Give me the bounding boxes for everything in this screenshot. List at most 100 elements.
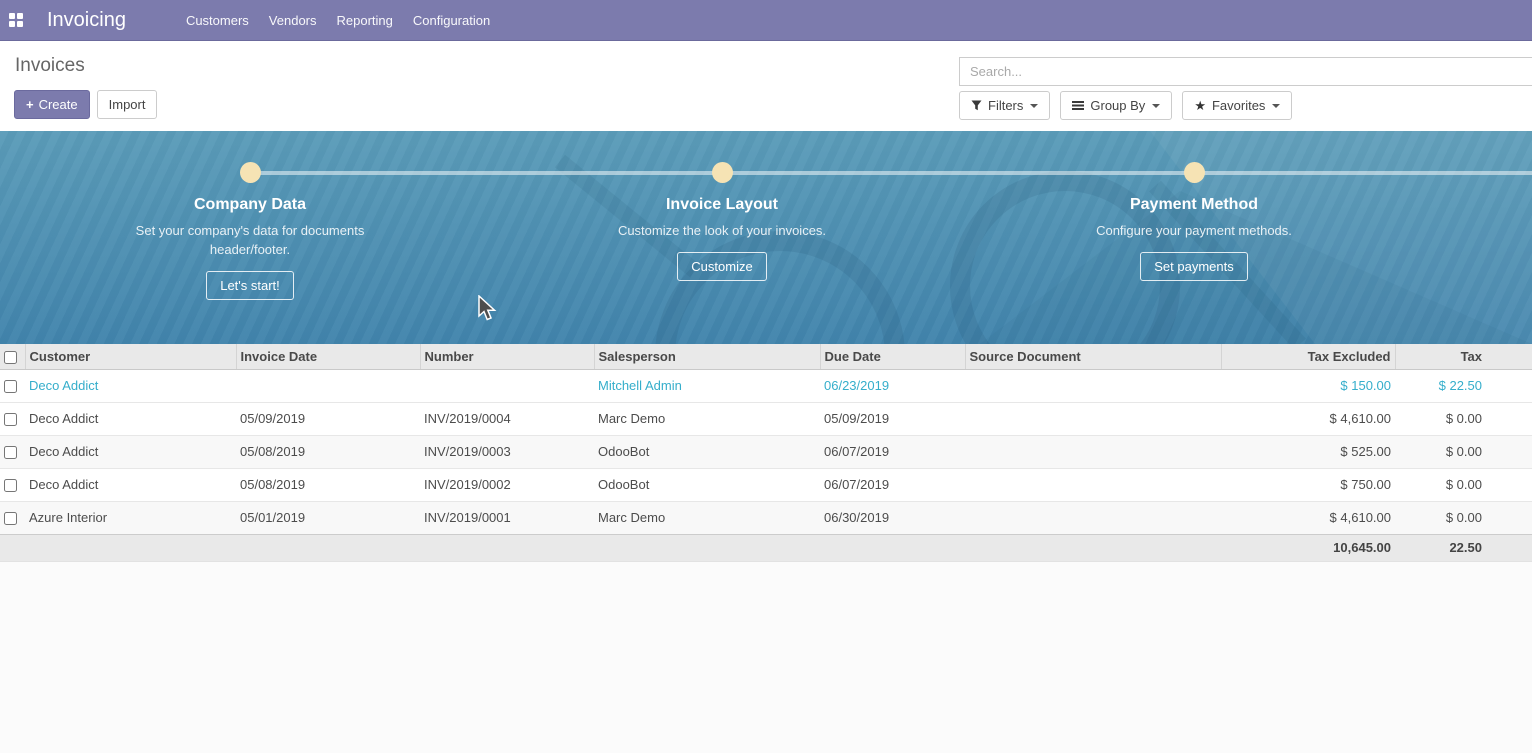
column-header-invoice-date[interactable]: Invoice Date <box>236 344 420 369</box>
cell-due-date: 06/07/2019 <box>820 468 965 501</box>
cell-source-document <box>965 501 1221 534</box>
onboarding-step-company-data: Company Data Set your company's data for … <box>100 162 400 300</box>
chevron-down-icon <box>1152 104 1160 108</box>
row-checkbox[interactable] <box>4 380 17 393</box>
column-header-tax-excluded[interactable]: Tax Excluded <box>1221 344 1395 369</box>
totals-row: 10,645.00 22.50 <box>0 534 1532 561</box>
step-dot-icon <box>712 162 733 183</box>
onboarding-banner: Company Data Set your company's data for … <box>0 131 1532 344</box>
menu-configuration[interactable]: Configuration <box>403 0 500 41</box>
cell-tax-excluded: $ 525.00 <box>1221 435 1395 468</box>
filter-funnel-icon <box>971 100 982 111</box>
column-header-salesperson[interactable]: Salesperson <box>594 344 820 369</box>
import-button[interactable]: Import <box>97 90 158 119</box>
onboarding-step-payment-method: Payment Method Configure your payment met… <box>1044 162 1344 281</box>
cell-customer: Deco Addict <box>25 402 236 435</box>
row-checkbox-cell <box>0 402 25 435</box>
cell-invoice-date: 05/08/2019 <box>236 468 420 501</box>
cell-invoice-date: 05/08/2019 <box>236 435 420 468</box>
top-menu: CustomersVendorsReportingConfiguration <box>176 0 500 41</box>
search-input[interactable] <box>959 57 1532 86</box>
row-checkbox-cell <box>0 369 25 402</box>
cell-source-document <box>965 369 1221 402</box>
row-checkbox-cell <box>0 501 25 534</box>
column-header-due-date[interactable]: Due Date <box>820 344 965 369</box>
cell-tax: $ 0.00 <box>1395 435 1532 468</box>
cell-salesperson: Marc Demo <box>594 402 820 435</box>
cell-source-document <box>965 435 1221 468</box>
group-by-bars-icon <box>1072 100 1084 111</box>
control-panel: Invoices + Create Import Filters Group <box>0 41 1532 131</box>
step-title: Invoice Layout <box>666 196 778 214</box>
cell-due-date: 06/30/2019 <box>820 501 965 534</box>
step-description: Configure your payment methods. <box>1072 221 1317 240</box>
invoice-row[interactable]: Deco Addict05/08/2019INV/2019/0003OdooBo… <box>0 435 1532 468</box>
group-by-button-label: Group By <box>1090 98 1145 113</box>
step-description: Set your company's data for documents he… <box>128 221 373 259</box>
column-header-tax[interactable]: Tax <box>1395 344 1532 369</box>
total-tax-excluded: 10,645.00 <box>1221 534 1395 561</box>
step-description: Customize the look of your invoices. <box>600 221 845 240</box>
invoice-row[interactable]: Deco Addict05/09/2019INV/2019/0004Marc D… <box>0 402 1532 435</box>
row-checkbox[interactable] <box>4 512 17 525</box>
cell-tax-excluded: $ 4,610.00 <box>1221 501 1395 534</box>
group-by-button[interactable]: Group By <box>1060 91 1172 120</box>
row-checkbox[interactable] <box>4 446 17 459</box>
step-action-button[interactable]: Set payments <box>1140 252 1248 281</box>
invoice-row[interactable]: Deco AddictMitchell Admin06/23/2019$ 150… <box>0 369 1532 402</box>
filters-button-label: Filters <box>988 98 1023 113</box>
row-checkbox-cell <box>0 468 25 501</box>
cell-due-date: 06/07/2019 <box>820 435 965 468</box>
column-header-number[interactable]: Number <box>420 344 594 369</box>
step-title: Payment Method <box>1130 196 1258 214</box>
cell-tax-excluded: $ 4,610.00 <box>1221 402 1395 435</box>
cell-salesperson: Marc Demo <box>594 501 820 534</box>
create-button[interactable]: + Create <box>14 90 90 119</box>
cell-tax-excluded: $ 750.00 <box>1221 468 1395 501</box>
column-header-customer[interactable]: Customer <box>25 344 236 369</box>
plus-icon: + <box>26 97 34 112</box>
step-dot-icon <box>1184 162 1205 183</box>
cell-tax-excluded: $ 150.00 <box>1221 369 1395 402</box>
invoice-row[interactable]: Deco Addict05/08/2019INV/2019/0002OdooBo… <box>0 468 1532 501</box>
favorites-button[interactable]: ★ Favorites <box>1182 91 1292 120</box>
invoice-table: CustomerInvoice DateNumberSalespersonDue… <box>0 344 1532 562</box>
menu-reporting[interactable]: Reporting <box>327 0 403 41</box>
step-action-button[interactable]: Customize <box>677 252 766 281</box>
cell-number: INV/2019/0004 <box>420 402 594 435</box>
chevron-down-icon <box>1030 104 1038 108</box>
create-button-label: Create <box>39 97 78 112</box>
cell-due-date: 05/09/2019 <box>820 402 965 435</box>
onboarding-step-invoice-layout: Invoice Layout Customize the look of your… <box>572 162 872 281</box>
apps-menu-icon[interactable] <box>9 13 23 27</box>
step-title: Company Data <box>194 196 306 214</box>
cell-tax: $ 0.00 <box>1395 402 1532 435</box>
cell-customer: Deco Addict <box>25 435 236 468</box>
cell-customer: Deco Addict <box>25 468 236 501</box>
totals-spacer <box>0 534 1221 561</box>
cell-tax: $ 22.50 <box>1395 369 1532 402</box>
invoice-row[interactable]: Azure Interior05/01/2019INV/2019/0001Mar… <box>0 501 1532 534</box>
step-action-button[interactable]: Let's start! <box>206 271 294 300</box>
cell-source-document <box>965 468 1221 501</box>
cell-invoice-date: 05/09/2019 <box>236 402 420 435</box>
row-checkbox[interactable] <box>4 479 17 492</box>
cell-tax: $ 0.00 <box>1395 501 1532 534</box>
filters-button[interactable]: Filters <box>959 91 1050 120</box>
select-all-checkbox[interactable] <box>4 351 17 364</box>
column-header-source-document[interactable]: Source Document <box>965 344 1221 369</box>
app-brand[interactable]: Invoicing <box>47 9 126 32</box>
import-button-label: Import <box>109 97 146 112</box>
menu-customers[interactable]: Customers <box>176 0 259 41</box>
step-dot-icon <box>240 162 261 183</box>
chevron-down-icon <box>1272 104 1280 108</box>
menu-vendors[interactable]: Vendors <box>259 0 327 41</box>
cell-source-document <box>965 402 1221 435</box>
cell-number <box>420 369 594 402</box>
cell-number: INV/2019/0002 <box>420 468 594 501</box>
cell-customer: Azure Interior <box>25 501 236 534</box>
cell-number: INV/2019/0001 <box>420 501 594 534</box>
row-checkbox[interactable] <box>4 413 17 426</box>
cell-salesperson: Mitchell Admin <box>594 369 820 402</box>
page-title: Invoices <box>15 55 85 77</box>
